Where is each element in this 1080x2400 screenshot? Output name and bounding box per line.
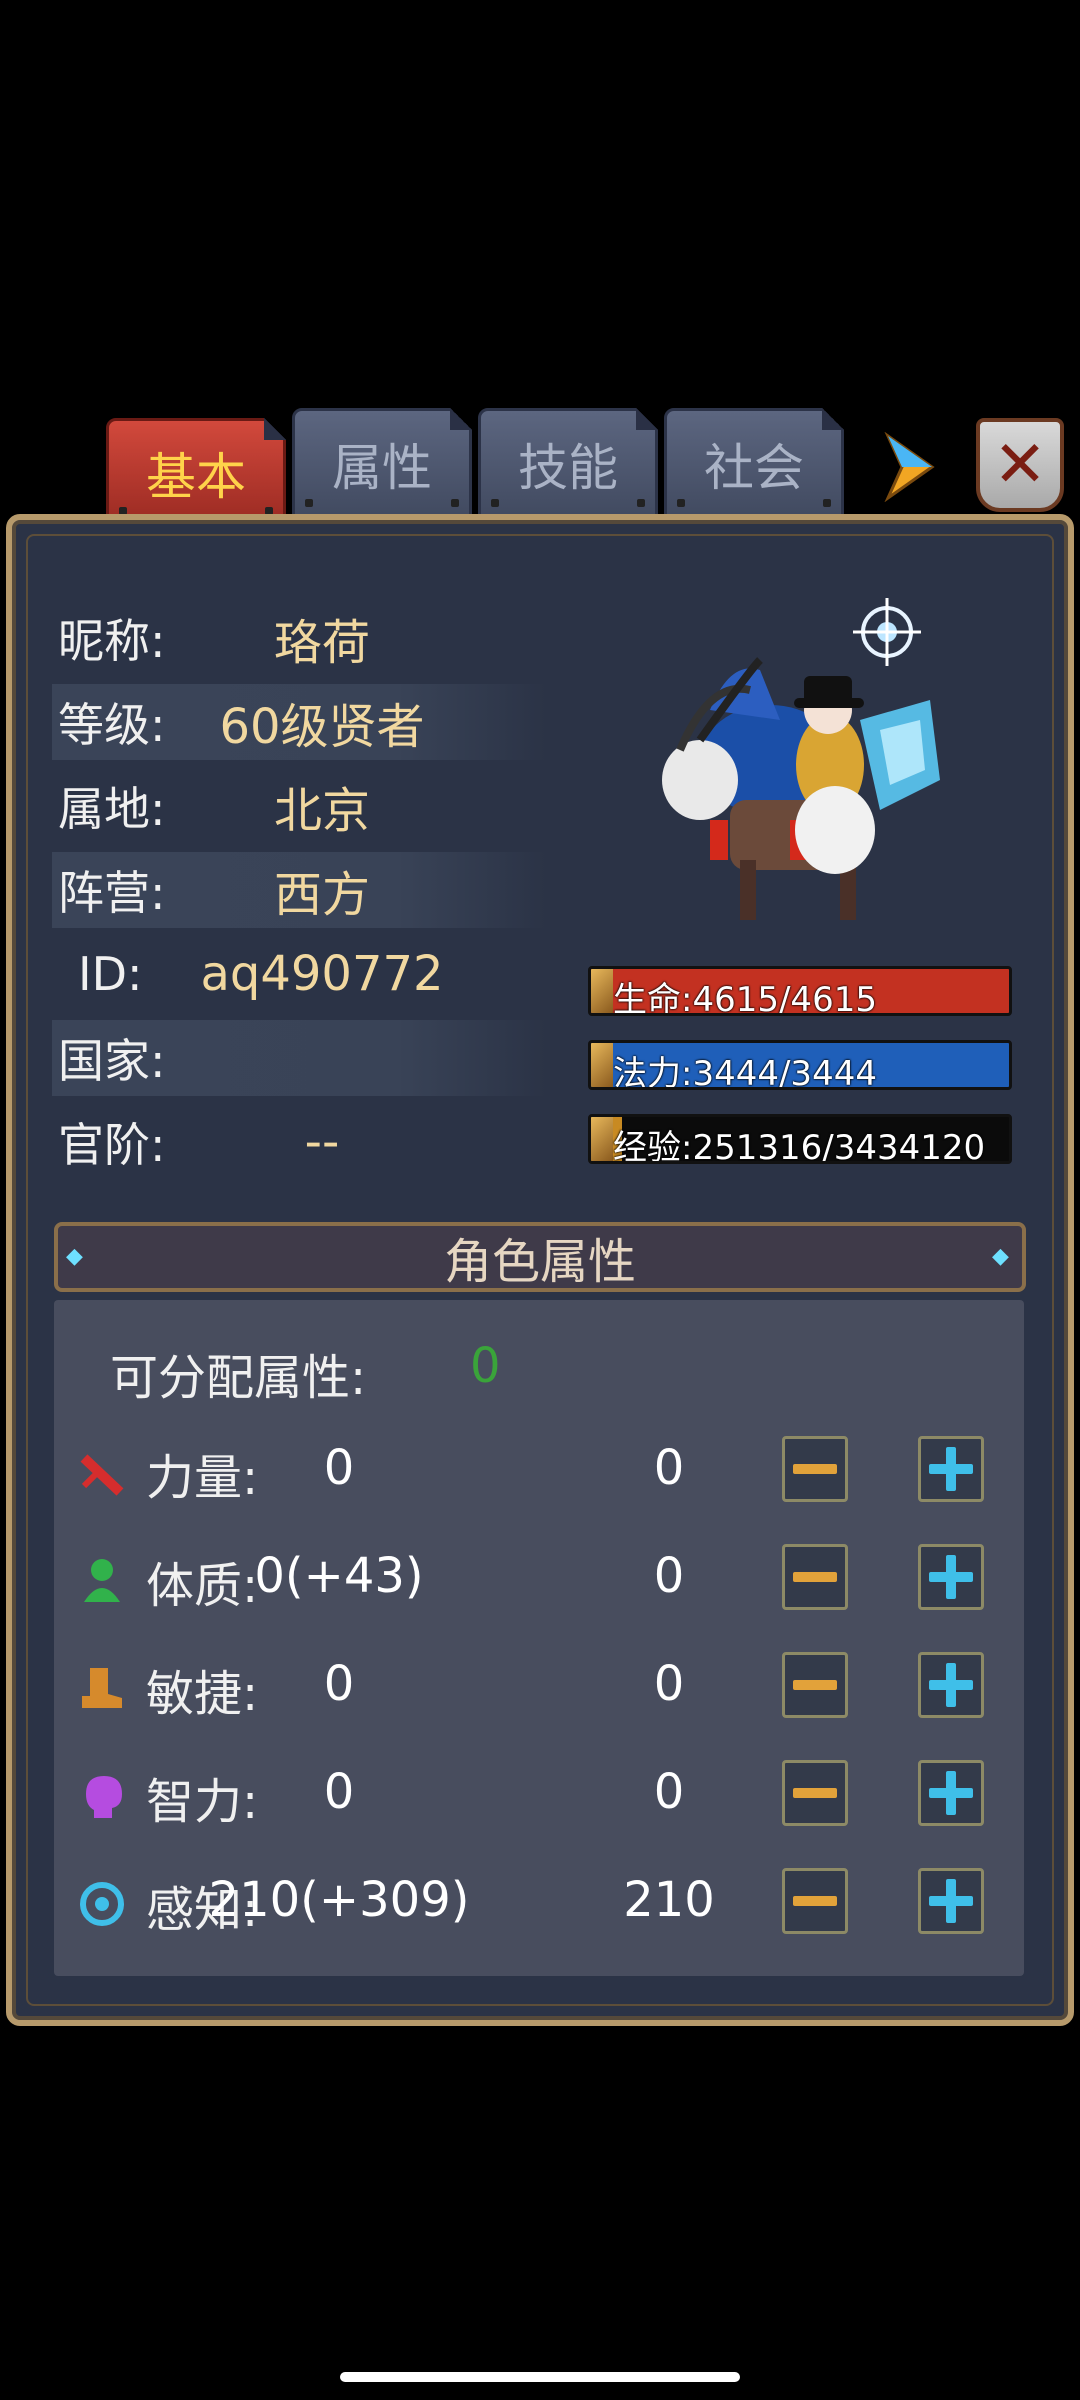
minus-icon — [793, 1572, 837, 1582]
tab-social[interactable]: 社会 — [664, 408, 844, 520]
minus-icon — [793, 1464, 837, 1474]
home-indicator[interactable] — [340, 2372, 740, 2382]
exp-bar: 经验:251316/3434120 — [588, 1114, 1012, 1164]
close-icon: ✕ — [993, 428, 1047, 502]
id-row: ID: aq490772 — [52, 936, 546, 1012]
minus-icon — [793, 1680, 837, 1690]
decrease-constitution-button[interactable] — [782, 1544, 848, 1610]
exp-text: 经验:251316/3434120 — [613, 1128, 986, 1164]
gem-icon: ◆ — [66, 1244, 83, 1269]
attr-base-value: 0(+43) — [254, 1548, 424, 1604]
minus-icon — [793, 1788, 837, 1798]
attr-base-value: 0 — [323, 1440, 355, 1496]
rank-value: -- — [304, 1114, 340, 1170]
mp-bar: 法力:3444/3444 — [588, 1040, 1012, 1090]
increase-strength-button[interactable] — [918, 1436, 984, 1502]
hp-bar: 生命:4615/4615 — [588, 966, 1012, 1016]
id-value: aq490772 — [200, 946, 444, 1002]
tab-label: 属性 — [332, 439, 432, 497]
attr-alloc-value: 0 — [653, 1548, 685, 1604]
region-label: 属地: — [58, 782, 166, 836]
attributes-section-header: ◆ 角色属性 ◆ — [54, 1222, 1026, 1292]
increase-intelligence-button[interactable] — [918, 1760, 984, 1826]
tab-skills[interactable]: 技能 — [478, 408, 658, 520]
attr-row-strength: 力量: 0 0 — [54, 1432, 1024, 1512]
country-label: 国家: — [58, 1034, 166, 1088]
tab-label: 技能 — [518, 439, 618, 497]
hp-text: 生命:4615/4615 — [613, 980, 877, 1016]
nickname-label: 昵称: — [58, 614, 166, 668]
increase-perception-button[interactable] — [918, 1868, 984, 1934]
rank-label: 官阶: — [58, 1118, 166, 1172]
level-row: 等级: 60级贤者 — [52, 684, 546, 760]
attr-row-agility: 敏捷: 0 0 — [54, 1648, 1024, 1728]
attr-alloc-value: 0 — [653, 1764, 685, 1820]
character-avatar — [640, 580, 980, 940]
level-value: 60级贤者 — [219, 699, 425, 755]
attr-alloc-value: 210 — [623, 1872, 715, 1928]
id-label: ID: — [78, 947, 143, 1001]
decrease-agility-button[interactable] — [782, 1652, 848, 1718]
camp-value: 西方 — [273, 867, 370, 923]
sparkle-icon — [853, 598, 921, 666]
attr-row-constitution: 体质: 0(+43) 0 — [54, 1540, 1024, 1620]
attr-base-value: 210(+309) — [208, 1872, 470, 1928]
allocatable-label: 可分配属性: — [110, 1350, 367, 1406]
decrease-perception-button[interactable] — [782, 1868, 848, 1934]
allocatable-value: 0 — [470, 1338, 501, 1394]
level-label: 等级: — [58, 698, 166, 752]
region-row: 属地: 北京 — [52, 768, 546, 844]
attr-row-perception: 感知: 210(+309) 210 — [54, 1864, 1024, 1944]
nickname-row: 昵称: 珞荷 — [52, 600, 546, 676]
increase-constitution-button[interactable] — [918, 1544, 984, 1610]
boot-icon — [78, 1664, 126, 1712]
tab-attributes[interactable]: 属性 — [292, 408, 472, 520]
tab-label: 基本 — [146, 448, 246, 506]
tab-basic[interactable]: 基本 — [106, 418, 286, 528]
head-icon — [78, 1772, 126, 1820]
person-icon — [78, 1556, 126, 1604]
attr-row-intelligence: 智力: 0 0 — [54, 1756, 1024, 1836]
gem-icon: ◆ — [992, 1244, 1009, 1269]
increase-agility-button[interactable] — [918, 1652, 984, 1718]
nickname-value: 珞荷 — [273, 615, 370, 671]
attr-base-value: 0 — [323, 1764, 355, 1820]
minus-icon — [793, 1896, 837, 1906]
camp-label: 阵营: — [58, 866, 166, 920]
country-row: 国家: — [52, 1020, 546, 1096]
section-title: 角色属性 — [443, 1234, 636, 1290]
attr-alloc-value: 0 — [653, 1440, 685, 1496]
camp-row: 阵营: 西方 — [52, 852, 546, 928]
close-button[interactable]: ✕ — [976, 418, 1064, 512]
attr-base-value: 0 — [323, 1656, 355, 1712]
region-value: 北京 — [273, 783, 370, 839]
attr-alloc-value: 0 — [653, 1656, 685, 1712]
sword-icon — [78, 1448, 126, 1496]
next-arrow-icon[interactable] — [880, 431, 940, 503]
mp-text: 法力:3444/3444 — [613, 1054, 877, 1090]
target-icon — [78, 1880, 126, 1928]
decrease-intelligence-button[interactable] — [782, 1760, 848, 1826]
rank-row: 官阶: -- — [52, 1104, 546, 1180]
tab-label: 社会 — [704, 439, 804, 497]
decrease-strength-button[interactable] — [782, 1436, 848, 1502]
